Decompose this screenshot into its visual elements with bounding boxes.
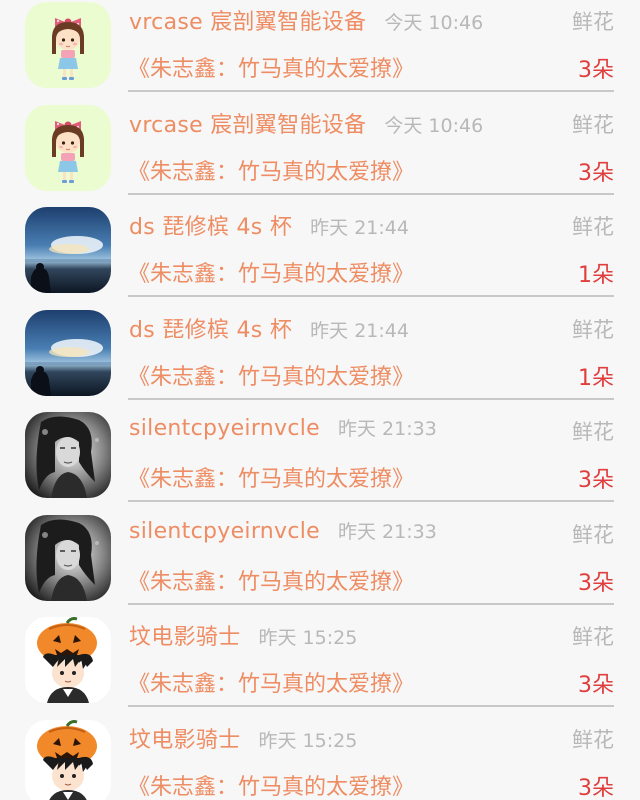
article-title[interactable]: 《朱志鑫：竹马真的太爱撩》 xyxy=(128,359,414,391)
article-title[interactable]: 《朱志鑫：竹马真的太爱撩》 xyxy=(128,564,414,596)
timestamp: 昨天 21:33 xyxy=(337,418,437,440)
username[interactable]: silentcpyeirnvcle xyxy=(129,416,320,441)
gift-count: 3朵 xyxy=(578,570,614,596)
list-item[interactable]: 坟电影骑士 昨天 15:25 鲜花 《朱志鑫：竹马真的太爱撩》 3朵 xyxy=(0,613,640,716)
list-item-content: silentcpyeirnvcle 昨天 21:33 鲜花 《朱志鑫：竹马真的太… xyxy=(128,408,614,502)
list-item-content: 坟电影骑士 昨天 15:25 鲜花 《朱志鑫：竹马真的太爱撩》 3朵 xyxy=(128,716,614,800)
timestamp: 今天 10:46 xyxy=(384,12,484,34)
list-item[interactable]: silentcpyeirnvcle 昨天 21:33 鲜花 《朱志鑫：竹马真的太… xyxy=(0,511,640,614)
article-title[interactable]: 《朱志鑫：竹马真的太爱撩》 xyxy=(128,461,414,493)
list-item-content: silentcpyeirnvcle 昨天 21:33 鲜花 《朱志鑫：竹马真的太… xyxy=(128,511,614,605)
cartoon-girl-icon[interactable] xyxy=(25,105,111,191)
list-item[interactable]: vrcase 宸剖翼智能设备 今天 10:46 鲜花 《朱志鑫：竹马真的太爱撩》… xyxy=(0,101,640,204)
flower-gift-list: vrcase 宸剖翼智能设备 今天 10:46 鲜花 《朱志鑫：竹马真的太爱撩》… xyxy=(0,0,640,800)
sunset-sky-icon[interactable] xyxy=(25,310,111,396)
article-title[interactable]: 《朱志鑫：竹马真的太爱撩》 xyxy=(128,51,414,83)
username[interactable]: vrcase 宸剖翼智能设备 xyxy=(129,4,366,36)
gift-count: 3朵 xyxy=(578,468,614,493)
timestamp: 昨天 21:44 xyxy=(310,319,409,342)
list-item-content: vrcase 宸剖翼智能设备 今天 10:46 鲜花 《朱志鑫：竹马真的太爱撩》… xyxy=(128,0,614,92)
portrait-bw-icon[interactable] xyxy=(25,412,111,498)
gift-count: 1朵 xyxy=(578,365,614,391)
article-title[interactable]: 《朱志鑫：竹马真的太爱撩》 xyxy=(128,256,414,288)
list-item-content: ds 琵修槟 4s 杯 昨天 21:44 鲜花 《朱志鑫：竹马真的太爱撩》 1朵 xyxy=(128,306,614,400)
sunset-sky-icon[interactable] xyxy=(25,207,111,293)
pumpkin-boy-icon[interactable] xyxy=(25,720,111,800)
gift-count: 3朵 xyxy=(578,160,614,186)
list-item-content: ds 琵修槟 4s 杯 昨天 21:44 鲜花 《朱志鑫：竹马真的太爱撩》 1朵 xyxy=(128,203,614,297)
username[interactable]: 坟电影骑士 xyxy=(129,619,241,651)
list-item[interactable]: ds 琵修槟 4s 杯 昨天 21:44 鲜花 《朱志鑫：竹马真的太爱撩》 1朵 xyxy=(0,203,640,306)
list-item[interactable]: 坟电影骑士 昨天 15:25 鲜花 《朱志鑫：竹马真的太爱撩》 3朵 xyxy=(0,716,640,800)
gift-count: 3朵 xyxy=(578,58,614,83)
timestamp: 昨天 15:25 xyxy=(258,729,358,752)
timestamp: 昨天 15:25 xyxy=(258,627,358,649)
gift-type: 鲜花 xyxy=(572,420,614,444)
pumpkin-boy-icon[interactable] xyxy=(25,617,111,703)
cartoon-girl-icon[interactable] xyxy=(25,2,111,88)
gift-type: 鲜花 xyxy=(572,317,614,342)
timestamp: 昨天 21:33 xyxy=(337,520,437,543)
gift-type: 鲜花 xyxy=(572,522,614,547)
username[interactable]: silentcpyeirnvcle xyxy=(129,519,320,544)
username[interactable]: ds 琵修槟 4s 杯 xyxy=(129,209,292,241)
gift-type: 鲜花 xyxy=(572,112,614,137)
timestamp: 今天 10:46 xyxy=(384,114,484,137)
gift-type: 鲜花 xyxy=(572,727,614,752)
username[interactable]: vrcase 宸剖翼智能设备 xyxy=(129,107,366,139)
article-title[interactable]: 《朱志鑫：竹马真的太爱撩》 xyxy=(128,154,414,186)
article-title[interactable]: 《朱志鑫：竹马真的太爱撩》 xyxy=(128,769,414,800)
list-item[interactable]: vrcase 宸剖翼智能设备 今天 10:46 鲜花 《朱志鑫：竹马真的太爱撩》… xyxy=(0,0,640,101)
list-item[interactable]: silentcpyeirnvcle 昨天 21:33 鲜花 《朱志鑫：竹马真的太… xyxy=(0,408,640,511)
timestamp: 昨天 21:44 xyxy=(310,217,409,239)
username[interactable]: 坟电影骑士 xyxy=(129,722,241,754)
gift-count: 3朵 xyxy=(578,673,614,698)
article-title[interactable]: 《朱志鑫：竹马真的太爱撩》 xyxy=(128,666,414,698)
gift-type: 鲜花 xyxy=(572,10,614,34)
username[interactable]: ds 琵修槟 4s 杯 xyxy=(129,312,292,344)
portrait-bw-icon[interactable] xyxy=(25,515,111,601)
gift-type: 鲜花 xyxy=(572,625,614,649)
gift-type: 鲜花 xyxy=(572,215,614,239)
gift-count: 3朵 xyxy=(578,775,614,800)
list-item-content: 坟电影骑士 昨天 15:25 鲜花 《朱志鑫：竹马真的太爱撩》 3朵 xyxy=(128,613,614,707)
list-item[interactable]: ds 琵修槟 4s 杯 昨天 21:44 鲜花 《朱志鑫：竹马真的太爱撩》 1朵 xyxy=(0,306,640,409)
list-item-content: vrcase 宸剖翼智能设备 今天 10:46 鲜花 《朱志鑫：竹马真的太爱撩》… xyxy=(128,101,614,195)
gift-count: 1朵 xyxy=(578,263,614,288)
